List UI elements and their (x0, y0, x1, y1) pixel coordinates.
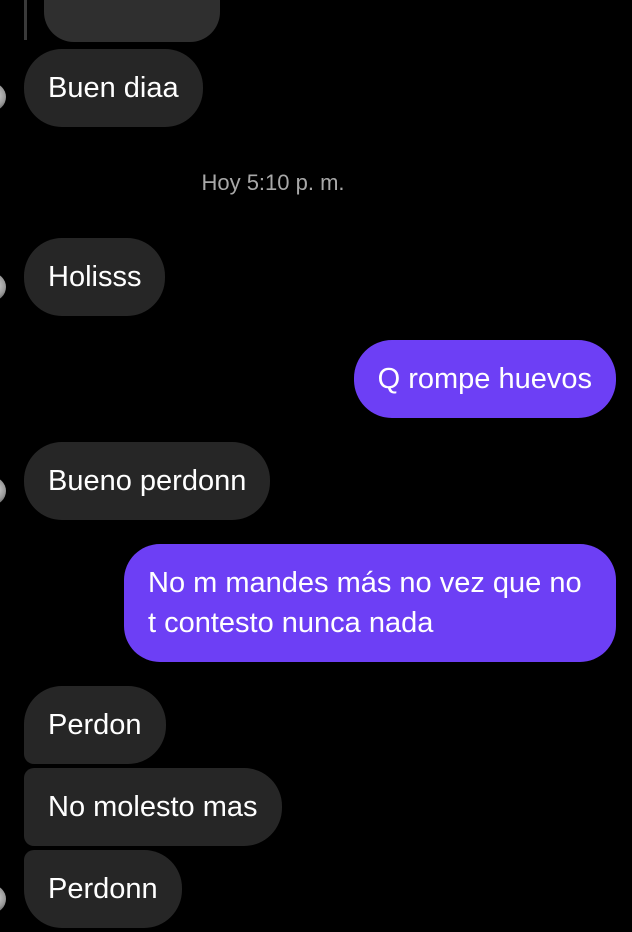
replied-message-preview[interactable] (44, 0, 220, 42)
incoming-message[interactable]: Buen diaa (24, 49, 203, 127)
incoming-message[interactable]: Bueno perdonn (24, 442, 271, 520)
contact-avatar[interactable] (0, 885, 6, 913)
outgoing-message[interactable]: Q rompe huevos (353, 340, 616, 418)
incoming-message[interactable]: No molesto mas (24, 768, 282, 846)
incoming-message[interactable]: Perdonn (24, 850, 182, 928)
incoming-message[interactable]: Holisss (24, 238, 166, 316)
timestamp: Hoy 5:10 p. m. (201, 170, 345, 195)
outgoing-message[interactable]: No m mandes más no vez que no t contesto… (124, 544, 616, 662)
contact-avatar[interactable] (0, 273, 6, 301)
contact-avatar[interactable] (0, 477, 6, 505)
incoming-message[interactable]: Perdon (24, 686, 166, 764)
contact-avatar[interactable] (0, 83, 6, 111)
reply-quote-line (24, 0, 27, 40)
